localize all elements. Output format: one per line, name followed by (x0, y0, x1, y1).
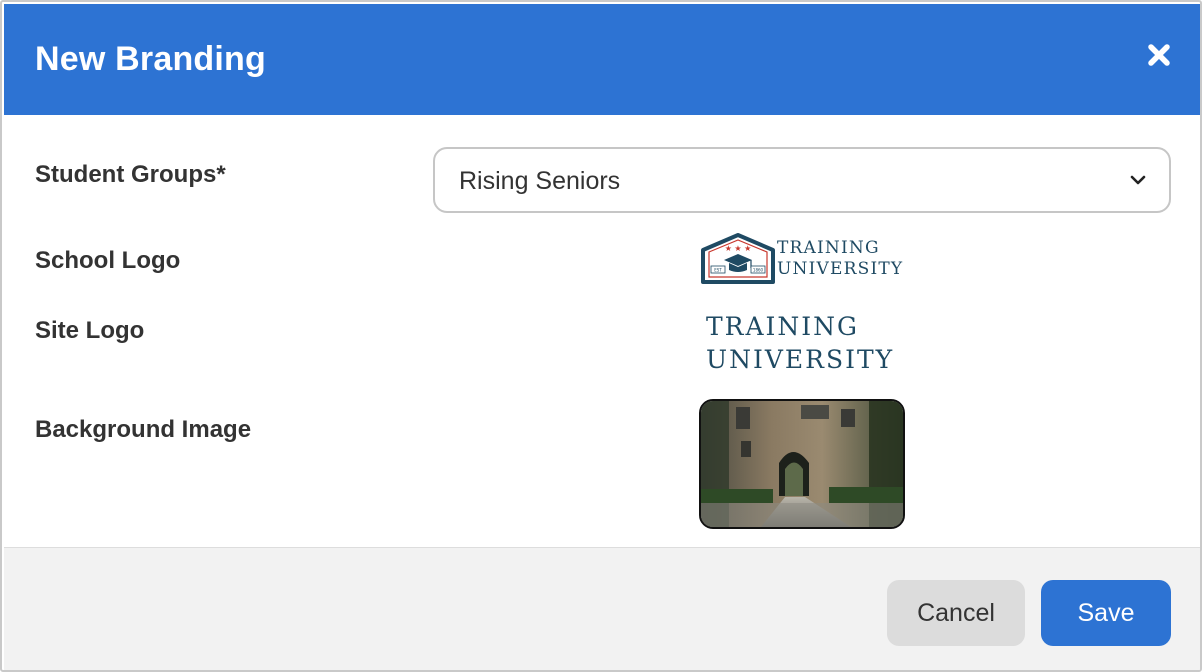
save-button[interactable]: Save (1041, 580, 1171, 646)
school-logo-image: ★ ★ ★ EST 1860 TRAINING UNIVERSITY (700, 230, 906, 286)
svg-text:TRAINING: TRAINING (777, 238, 880, 258)
svg-text:UNIVERSITY: UNIVERSITY (706, 345, 894, 374)
background-image-label: Background Image (35, 416, 252, 443)
new-branding-dialog: New Branding Student Groups* Rising Seni… (0, 0, 1202, 672)
chevron-down-icon (1129, 173, 1147, 187)
cancel-button[interactable]: Cancel (887, 580, 1025, 646)
dialog-footer: Cancel Save (4, 547, 1200, 670)
svg-text:UNIVERSITY: UNIVERSITY (777, 259, 903, 279)
svg-text:★ ★ ★: ★ ★ ★ (725, 244, 752, 253)
student-groups-select[interactable]: Rising Seniors (433, 147, 1171, 213)
student-groups-label: Student Groups* (35, 161, 226, 188)
dialog-header: New Branding (4, 4, 1200, 115)
dialog-title: New Branding (35, 40, 266, 78)
close-icon[interactable] (1142, 38, 1176, 72)
school-logo-label: School Logo (35, 247, 181, 274)
student-groups-selected-value: Rising Seniors (459, 167, 621, 195)
svg-text:1860: 1860 (753, 268, 764, 273)
svg-text:TRAINING: TRAINING (706, 312, 859, 341)
svg-text:EST: EST (714, 268, 722, 273)
site-logo-image: TRAINING UNIVERSITY (704, 308, 908, 378)
site-logo-label: Site Logo (35, 317, 145, 344)
background-image-thumbnail (699, 399, 905, 529)
